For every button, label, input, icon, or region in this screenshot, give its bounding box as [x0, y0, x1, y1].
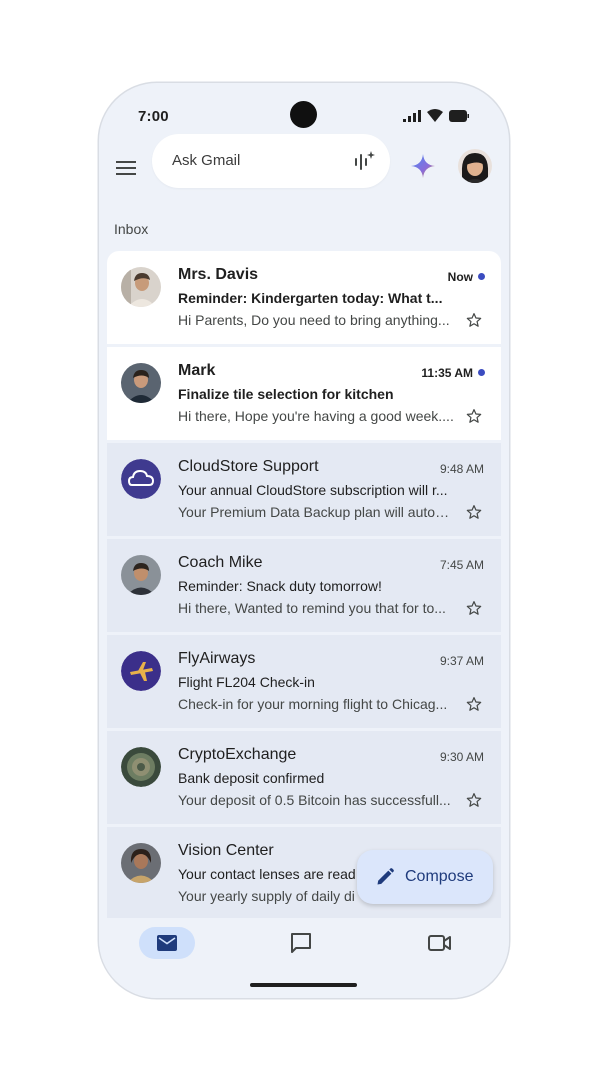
- pencil-icon: [377, 868, 394, 885]
- star-icon[interactable]: [466, 600, 482, 616]
- email-time: 9:37 AM: [439, 654, 484, 668]
- email-row[interactable]: CloudStore Support 9:48 AM Your annual C…: [107, 443, 501, 536]
- mail-icon: [157, 935, 177, 951]
- star-icon[interactable]: [466, 408, 482, 424]
- nav-meet-tab[interactable]: [427, 931, 453, 960]
- compose-button[interactable]: Compose: [357, 850, 493, 904]
- email-time: 7:45 AM: [439, 558, 484, 572]
- wifi-icon: [427, 109, 443, 122]
- search-placeholder: Ask Gmail: [172, 152, 241, 169]
- star-icon[interactable]: [466, 504, 482, 520]
- email-subject: Reminder: Kindergarten today: What t...: [178, 290, 443, 306]
- email-subject: Finalize tile selection for kitchen: [178, 386, 394, 402]
- email-snippet: Your Premium Data Backup plan will autom…: [178, 504, 458, 520]
- email-row[interactable]: FlyAirways 9:37 AM Flight FL204 Check-in…: [107, 635, 501, 728]
- menu-button[interactable]: [112, 154, 140, 182]
- sender-avatar: [121, 843, 161, 883]
- email-subject: Bank deposit confirmed: [178, 770, 325, 786]
- email-row[interactable]: CryptoExchange 9:30 AM Bank deposit conf…: [107, 731, 501, 824]
- email-snippet: Hi Parents, Do you need to bring anythin…: [178, 312, 450, 328]
- sender-avatar: [121, 363, 161, 403]
- email-sender: Mrs. Davis: [178, 266, 259, 283]
- battery-icon: [449, 109, 469, 122]
- bottom-nav: [99, 918, 509, 998]
- email-time: Now: [447, 270, 473, 284]
- email-list: Mrs. Davis Now Reminder: Kindergarten to…: [107, 251, 501, 923]
- email-sender: CloudStore Support: [178, 458, 319, 475]
- email-sender: Coach Mike: [178, 554, 263, 571]
- status-time: 7:00: [138, 108, 169, 125]
- email-sender: CryptoExchange: [178, 746, 297, 763]
- email-row[interactable]: Mrs. Davis Now Reminder: Kindergarten to…: [107, 251, 501, 344]
- email-snippet: Hi there, Wanted to remind you that for …: [178, 600, 446, 616]
- email-sender: Vision Center: [178, 842, 274, 859]
- email-sender: Mark: [178, 362, 216, 379]
- email-subject: Reminder: Snack duty tomorrow!: [178, 578, 382, 594]
- star-icon[interactable]: [466, 792, 482, 808]
- email-sender: FlyAirways: [178, 650, 256, 667]
- email-time: 11:35 AM: [421, 366, 473, 380]
- search-bar[interactable]: Ask Gmail: [152, 134, 390, 188]
- chat-icon: [291, 933, 311, 953]
- email-snippet: Your deposit of 0.5 Bitcoin has successf…: [178, 792, 451, 808]
- sender-avatar: [121, 747, 161, 787]
- home-indicator[interactable]: [250, 983, 357, 987]
- sender-avatar: [121, 555, 161, 595]
- email-time: 9:48 AM: [439, 462, 484, 476]
- sender-avatar: [121, 267, 161, 307]
- front-camera: [290, 101, 317, 128]
- compose-label: Compose: [405, 868, 474, 885]
- mic-icon[interactable]: [352, 149, 376, 173]
- email-row[interactable]: Coach Mike 7:45 AM Reminder: Snack duty …: [107, 539, 501, 632]
- nav-chat-tab[interactable]: [289, 931, 313, 960]
- inbox-label: Inbox: [114, 221, 149, 237]
- star-icon[interactable]: [466, 312, 482, 328]
- account-avatar[interactable]: [458, 149, 492, 183]
- email-subject: Your annual CloudStore subscription will…: [178, 482, 448, 498]
- email-time: 9:30 AM: [439, 750, 484, 764]
- star-icon[interactable]: [466, 696, 482, 712]
- email-snippet: Hi there, Hope you're having a good week…: [178, 408, 454, 424]
- sender-avatar: [121, 459, 161, 499]
- phone-screen: 7:00 Ask Gmail Inbox Mrs. Davis Now Remi…: [99, 83, 509, 998]
- menu-icon: [116, 161, 136, 175]
- status-icons: [403, 109, 469, 122]
- nav-mail-tab[interactable]: [139, 927, 195, 959]
- email-row[interactable]: Mark 11:35 AM Finalize tile selection fo…: [107, 347, 501, 440]
- unread-dot: [478, 369, 485, 376]
- gemini-icon[interactable]: [410, 153, 436, 179]
- sender-avatar: [121, 651, 161, 691]
- email-snippet: Check-in for your morning flight to Chic…: [178, 696, 448, 712]
- signal-icon: [403, 109, 421, 122]
- unread-dot: [478, 273, 485, 280]
- email-subject: Flight FL204 Check-in: [178, 674, 315, 690]
- video-icon: [428, 935, 451, 951]
